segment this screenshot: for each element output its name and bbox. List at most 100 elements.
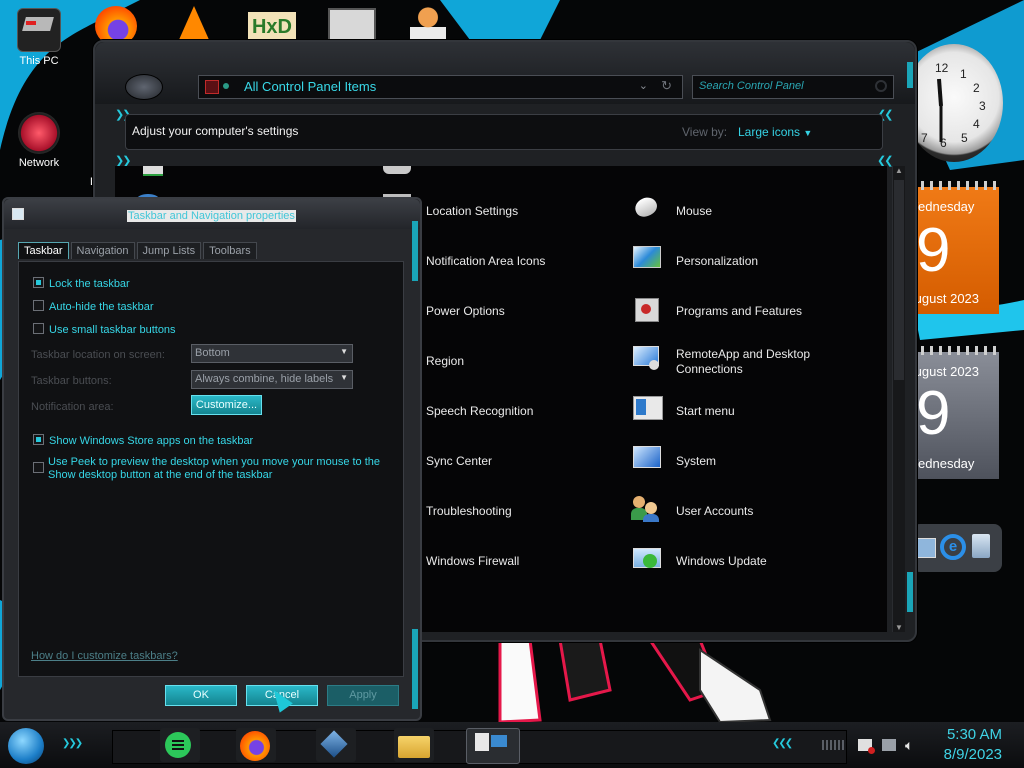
peek-checkbox[interactable]: Use Peek to preview the desktop when you… xyxy=(33,456,380,482)
dialog-titlebar: Taskbar and Navigation properties xyxy=(4,199,420,229)
internet-explorer-icon[interactable]: e xyxy=(940,534,966,560)
checkbox-unchecked-icon xyxy=(33,462,44,473)
desktop-icon-network[interactable]: Network xyxy=(4,112,74,169)
item-troubleshooting[interactable]: Troubleshooting xyxy=(426,504,512,518)
location-value: Bottom xyxy=(195,347,230,359)
calendar-gadget-primary[interactable]: Wednesday 9 August 2023 xyxy=(906,181,999,314)
checkbox-label: Use Peek to preview the desktop when you… xyxy=(48,456,381,468)
customize-button[interactable]: Customize... xyxy=(191,395,262,415)
store-apps-checkbox[interactable]: Show Windows Store apps on the taskbar xyxy=(33,434,253,447)
control-panel-icon xyxy=(205,80,219,94)
chevron-down-icon: ▼ xyxy=(340,373,348,382)
network-icon[interactable] xyxy=(882,739,896,751)
desktop-icon-this-pc[interactable]: This PC xyxy=(4,8,74,67)
tab-jump-lists[interactable]: Jump Lists xyxy=(136,242,202,259)
item-mouse[interactable]: Mouse xyxy=(676,204,712,218)
item-label: Power Options xyxy=(426,304,505,318)
item-label: Region xyxy=(426,354,465,368)
view-by-value: Large icons xyxy=(738,125,801,139)
item-windows-firewall[interactable]: Windows Firewall xyxy=(426,554,519,568)
item-start-menu[interactable]: Start menu xyxy=(676,404,735,418)
calendar-gadget-secondary[interactable]: August 2023 9 Wednesday xyxy=(906,346,999,479)
tab-navigation[interactable]: Navigation xyxy=(70,242,135,259)
item-windows-update[interactable]: Windows Update xyxy=(676,554,767,568)
svg-text:1: 1 xyxy=(960,67,967,81)
user-icon[interactable] xyxy=(410,6,446,44)
item-location-settings[interactable]: Location Settings xyxy=(426,204,518,218)
item-remoteapp[interactable]: RemoteApp and Desktop Connections xyxy=(676,347,826,377)
calendar-rings xyxy=(912,346,999,355)
item-label: User Accounts xyxy=(676,504,754,518)
chevron-right-icon: ❯❯❯ xyxy=(62,738,83,749)
page-title: Adjust your computer's settings xyxy=(132,124,299,138)
auto-hide-checkbox[interactable]: Auto-hide the taskbar xyxy=(33,300,154,313)
dialog-edge-accent xyxy=(412,629,418,709)
file-explorer-icon[interactable] xyxy=(394,728,434,762)
apply-button[interactable]: Apply xyxy=(327,685,399,706)
launcher-gadget[interactable]: e xyxy=(912,524,1002,572)
firefox-icon[interactable] xyxy=(236,728,276,762)
view-by-dropdown[interactable]: Large icons ▼ xyxy=(738,125,812,139)
virtualbox-icon[interactable] xyxy=(316,728,356,762)
checkbox-label: Show Windows Store apps on the taskbar xyxy=(49,435,254,447)
lock-taskbar-checkbox[interactable]: Lock the taskbar xyxy=(33,277,130,290)
volume-icon[interactable]: 🔈︎ xyxy=(905,737,913,754)
clock-gadget[interactable]: 121 23 45 67 89 xyxy=(905,44,1003,162)
action-center-icon[interactable] xyxy=(858,739,875,754)
item-speech-recognition[interactable]: Speech Recognition xyxy=(426,404,533,418)
ok-button[interactable]: OK xyxy=(165,685,237,706)
svg-text:5: 5 xyxy=(961,131,968,145)
item-system[interactable]: System xyxy=(676,454,716,468)
item-region[interactable]: Region xyxy=(426,354,464,368)
hxd-icon[interactable]: HxD xyxy=(248,12,296,42)
item-label: Sync Center xyxy=(426,454,493,468)
recycle-bin-icon[interactable] xyxy=(972,534,990,558)
start-button[interactable] xyxy=(8,728,44,764)
chevron-left-icon: ❮❮❮ xyxy=(772,738,793,749)
item-sync-center[interactable]: Sync Center xyxy=(426,454,492,468)
scroll-up-icon[interactable]: ▲ xyxy=(895,166,903,175)
taskbar-date[interactable]: 8/9/2023 xyxy=(944,746,1002,763)
item-label: Windows Firewall xyxy=(426,554,520,568)
taskbar-buttons-select[interactable]: Always combine, hide labels ▼ xyxy=(191,370,353,389)
chevron-down-icon[interactable]: ⌄ xyxy=(639,79,648,92)
checkbox-checked-icon xyxy=(33,434,44,445)
item-user-accounts[interactable]: User Accounts xyxy=(676,504,753,518)
vlc-icon[interactable] xyxy=(178,6,210,42)
clock-face-icon: 121 23 45 67 89 xyxy=(907,61,986,150)
calendar-rings xyxy=(912,181,999,190)
search-icon[interactable] xyxy=(875,80,887,92)
checkbox-label: Lock the taskbar xyxy=(49,278,130,290)
address-bar[interactable]: All Control Panel Items ⌄ ↻ xyxy=(198,75,683,99)
calendar-day-number: 9 xyxy=(916,379,951,448)
tab-toolbars[interactable]: Toolbars xyxy=(203,242,257,259)
svg-text:7: 7 xyxy=(921,131,928,145)
notes-app-icon[interactable] xyxy=(160,728,200,762)
item-label: Windows Update xyxy=(676,554,767,568)
tab-taskbar[interactable]: Taskbar xyxy=(18,242,69,259)
monitor-icon[interactable] xyxy=(914,538,936,558)
location-select[interactable]: Bottom ▼ xyxy=(191,344,353,363)
desktop-icon-label: Network xyxy=(18,157,60,169)
item-personalization[interactable]: Personalization xyxy=(676,254,758,268)
search-input[interactable]: Search Control Panel xyxy=(692,75,894,99)
item-notification-area-icons[interactable]: Notification Area Icons xyxy=(426,254,545,268)
small-buttons-checkbox[interactable]: Use small taskbar buttons xyxy=(33,323,176,336)
show-hidden-icons-button[interactable] xyxy=(822,740,844,750)
window-edge-accent xyxy=(907,62,913,88)
vertical-scrollbar[interactable]: ▲ ▼ xyxy=(892,166,905,632)
help-link[interactable]: How do I customize taskbars? xyxy=(31,650,178,662)
item-programs-and-features[interactable]: Programs and Features xyxy=(676,304,802,318)
refresh-icon[interactable]: ↻ xyxy=(661,78,672,94)
scrollbar-thumb[interactable] xyxy=(894,180,904,380)
item-power-options[interactable]: Power Options xyxy=(426,304,505,318)
scroll-down-icon[interactable]: ▼ xyxy=(895,623,903,632)
dialog-tab-panel: Lock the taskbar Auto-hide the taskbar U… xyxy=(18,261,404,677)
chevron-down-icon: ▼ xyxy=(340,347,348,356)
windows-update-icon xyxy=(631,544,661,572)
taskbar-time[interactable]: 5:30 AM xyxy=(947,726,1002,743)
control-panel-icon[interactable] xyxy=(466,728,520,764)
back-button[interactable] xyxy=(125,74,163,100)
item-label: RemoteApp and Desktop Connections xyxy=(676,347,811,376)
svg-text:12: 12 xyxy=(935,61,949,75)
